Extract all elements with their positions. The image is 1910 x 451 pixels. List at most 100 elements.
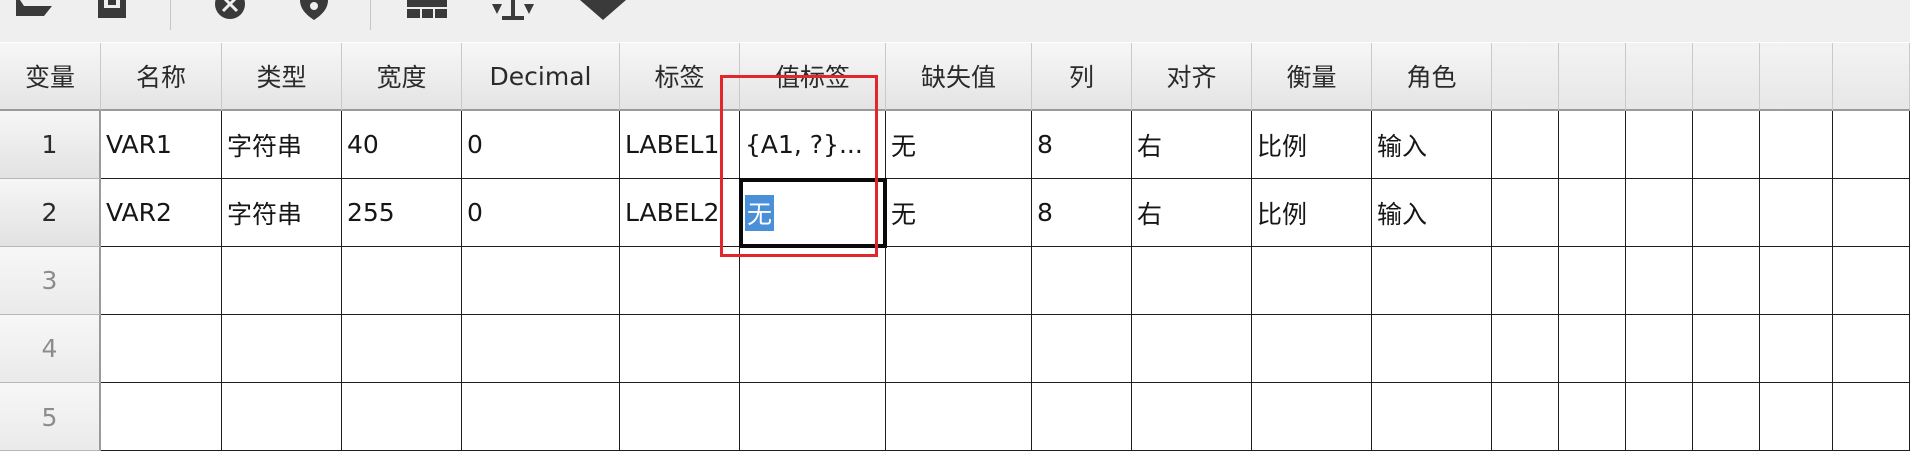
column-header-decimal[interactable]: Decimal (462, 43, 620, 111)
cell-name[interactable] (101, 383, 222, 451)
cell-value-labels[interactable]: {A1, ?}... (740, 111, 886, 179)
cell-label[interactable]: LABEL2 (620, 179, 740, 247)
cell-role[interactable]: 输入 (1372, 111, 1492, 179)
diamond-icon[interactable] (578, 0, 628, 24)
cell-decimal[interactable] (462, 247, 620, 315)
cell-empty[interactable] (1492, 247, 1559, 315)
cell-columns[interactable] (1032, 315, 1132, 383)
save-icon[interactable] (94, 0, 130, 24)
cell-type[interactable] (222, 383, 342, 451)
cell-empty[interactable] (1760, 247, 1833, 315)
cell-value-labels[interactable] (740, 383, 886, 451)
cell-measure[interactable] (1252, 383, 1372, 451)
cell-role[interactable] (1372, 247, 1492, 315)
cell-empty[interactable] (1559, 111, 1626, 179)
cell-empty[interactable] (1760, 383, 1833, 451)
cell-type[interactable] (222, 247, 342, 315)
cell-measure[interactable] (1252, 247, 1372, 315)
cell-empty[interactable] (1559, 315, 1626, 383)
cell-name[interactable]: VAR2 (101, 179, 222, 247)
cell-empty[interactable] (1492, 315, 1559, 383)
cell-type[interactable] (222, 315, 342, 383)
column-header-name[interactable]: 名称 (101, 43, 222, 111)
cell-empty[interactable] (1833, 315, 1910, 383)
cell-type[interactable]: 字符串 (222, 179, 342, 247)
cell-width[interactable] (342, 247, 462, 315)
cell-align[interactable] (1132, 383, 1252, 451)
cell-width[interactable] (342, 383, 462, 451)
cell-empty[interactable] (1693, 247, 1760, 315)
cell-empty[interactable] (1559, 247, 1626, 315)
cell-empty[interactable] (1833, 383, 1910, 451)
cell-columns[interactable]: 8 (1032, 179, 1132, 247)
column-header-align[interactable]: 对齐 (1132, 43, 1252, 111)
cell-value-labels-active[interactable]: 无 (739, 178, 887, 248)
cell-label[interactable] (620, 383, 740, 451)
column-header-measure[interactable]: 衡量 (1252, 43, 1372, 111)
cell-measure[interactable] (1252, 315, 1372, 383)
cell-empty[interactable] (1626, 383, 1693, 451)
cell-empty[interactable] (1559, 383, 1626, 451)
cell-missing[interactable] (886, 315, 1032, 383)
delete-icon[interactable] (212, 0, 248, 24)
cell-empty[interactable] (1760, 315, 1833, 383)
row-header[interactable]: 5 (0, 383, 101, 451)
cell-width[interactable]: 40 (342, 111, 462, 179)
cell-label[interactable] (620, 315, 740, 383)
cell-align[interactable]: 右 (1132, 111, 1252, 179)
selected-text[interactable]: 无 (745, 194, 775, 231)
column-header-value-labels[interactable]: 值标签 (740, 43, 886, 111)
column-header-role[interactable]: 角色 (1372, 43, 1492, 111)
column-header-missing[interactable]: 缺失值 (886, 43, 1032, 111)
cell-empty[interactable] (1693, 315, 1760, 383)
cell-name[interactable]: VAR1 (101, 111, 222, 179)
cell-empty[interactable] (1492, 179, 1559, 247)
cell-name[interactable] (101, 315, 222, 383)
cell-role[interactable]: 输入 (1372, 179, 1492, 247)
cell-width[interactable] (342, 315, 462, 383)
cell-value-labels[interactable] (740, 247, 886, 315)
cell-empty[interactable] (1833, 179, 1910, 247)
cell-name[interactable] (101, 247, 222, 315)
cell-value-labels[interactable] (740, 315, 886, 383)
cell-columns[interactable]: 8 (1032, 111, 1132, 179)
cell-width[interactable]: 255 (342, 179, 462, 247)
cell-empty[interactable] (1626, 179, 1693, 247)
cell-label[interactable] (620, 247, 740, 315)
balance-icon[interactable] (490, 0, 536, 24)
cell-empty[interactable] (1760, 179, 1833, 247)
open-folder-icon[interactable] (10, 0, 54, 24)
cell-empty[interactable] (1833, 247, 1910, 315)
cell-empty[interactable] (1833, 111, 1910, 179)
cell-align[interactable] (1132, 247, 1252, 315)
cell-empty[interactable] (1492, 111, 1559, 179)
row-header[interactable]: 3 (0, 247, 101, 315)
cell-empty[interactable] (1693, 111, 1760, 179)
column-header-variable[interactable]: 变量 (0, 43, 101, 111)
cell-decimal[interactable] (462, 383, 620, 451)
column-header-columns[interactable]: 列 (1032, 43, 1132, 111)
cell-columns[interactable] (1032, 383, 1132, 451)
cell-missing[interactable] (886, 247, 1032, 315)
cell-align[interactable]: 右 (1132, 179, 1252, 247)
cell-measure[interactable]: 比例 (1252, 179, 1372, 247)
cell-columns[interactable] (1032, 247, 1132, 315)
row-header[interactable]: 2 (0, 179, 101, 247)
cell-decimal[interactable] (462, 315, 620, 383)
cell-missing[interactable] (886, 383, 1032, 451)
row-header[interactable]: 1 (0, 111, 101, 179)
cell-empty[interactable] (1760, 111, 1833, 179)
cell-decimal[interactable]: 0 (462, 111, 620, 179)
marker-icon[interactable] (296, 0, 332, 24)
cell-missing[interactable]: 无 (886, 111, 1032, 179)
cell-empty[interactable] (1626, 315, 1693, 383)
cell-role[interactable] (1372, 383, 1492, 451)
cell-empty[interactable] (1559, 179, 1626, 247)
cell-type[interactable]: 字符串 (222, 111, 342, 179)
cell-empty[interactable] (1693, 383, 1760, 451)
cell-empty[interactable] (1492, 383, 1559, 451)
cell-empty[interactable] (1693, 179, 1760, 247)
column-header-width[interactable]: 宽度 (342, 43, 462, 111)
cell-missing[interactable]: 无 (886, 179, 1032, 247)
cell-align[interactable] (1132, 315, 1252, 383)
